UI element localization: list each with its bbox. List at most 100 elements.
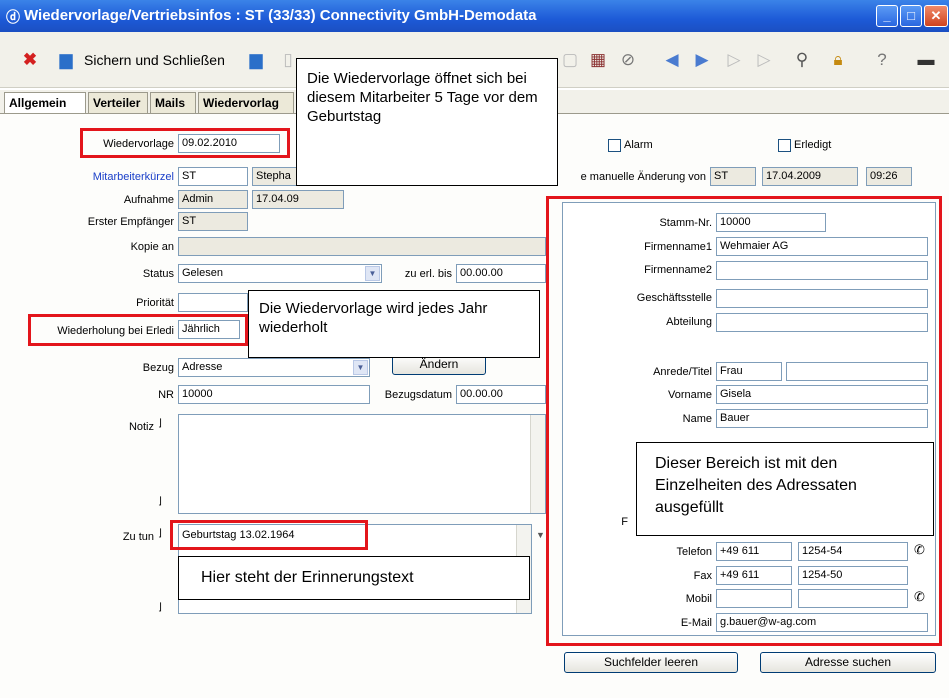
adresse-suchen-button[interactable]: Adresse suchen (760, 652, 936, 673)
save-close-icon[interactable]: ▆ (54, 48, 78, 72)
titel-field[interactable] (786, 362, 928, 381)
mitarbeiter-label: Mitarbeiterkürzel (92, 171, 174, 183)
prioritaet-field[interactable] (178, 293, 248, 312)
chevron-down-icon[interactable]: ▼ (353, 360, 368, 375)
bezug-value: Adresse (182, 361, 223, 373)
mobil-prefix-field[interactable] (716, 589, 792, 608)
search-icon[interactable]: ⚲ (790, 48, 814, 72)
delete-icon[interactable]: ✖ (18, 48, 42, 72)
name-field[interactable]: Bauer (716, 409, 928, 428)
aufnahme-label: Aufnahme (123, 194, 174, 206)
alarm-checkbox[interactable] (608, 139, 621, 152)
firmenname2-field[interactable] (716, 261, 928, 280)
help-icon[interactable]: ? (870, 48, 894, 72)
phone-icon[interactable]: ✆ (914, 542, 925, 558)
letzte-aenderung-date: 17.04.2009 (762, 167, 858, 186)
partial-label: F (621, 516, 628, 528)
maximize-button[interactable]: □ (900, 5, 922, 27)
firmenname2-label: Firmenname2 (644, 264, 712, 276)
callout-erinnerung: Hier steht der Erinnerungstext (178, 556, 530, 600)
name-label: Name (682, 413, 712, 425)
save-icon[interactable]: ▆ (244, 48, 268, 72)
stamm-field[interactable]: 10000 (716, 213, 826, 232)
copy-icon[interactable]: ▢ (558, 48, 582, 72)
zutun-label: Zu tun (122, 531, 154, 543)
title-bar: ⓓ Wiedervorlage/Vertriebsinfos : ST (33/… (0, 0, 949, 32)
stamm-label: Stamm-Nr. (659, 217, 712, 229)
erledigt-label: Erledigt (794, 139, 832, 151)
expand-icon[interactable]: ⌋ (158, 418, 162, 429)
wiedervorlage-field[interactable]: 09.02.2010 (178, 134, 280, 153)
email-field[interactable]: g.bauer@w-ag.com (716, 613, 928, 632)
mobil-label: Mobil (685, 593, 712, 605)
status-select[interactable]: Gelesen ▼ (178, 264, 382, 283)
save-close-button[interactable]: Sichern und Schließen (84, 52, 225, 68)
alarm-label: Alarm (624, 139, 653, 151)
wiederholung-field[interactable]: Jährlich (178, 320, 240, 339)
nr-field[interactable]: 10000 (178, 385, 370, 404)
expand-icon[interactable]: ⌋ (158, 528, 162, 539)
letzte-aenderung-label: e manuelle Änderung von (580, 171, 706, 183)
fax-label: Fax (693, 570, 712, 582)
lock-icon[interactable]: 🔒︎ (826, 48, 850, 72)
bezug-select[interactable]: Adresse ▼ (178, 358, 370, 377)
close-window-button[interactable]: ✕ (924, 5, 948, 27)
anrede-field[interactable]: Frau (716, 362, 782, 381)
tab-verteiler[interactable]: Verteiler (88, 92, 148, 114)
telefon-prefix-field[interactable]: +49 611 (716, 542, 792, 561)
letzte-aenderung-time: 09:26 (866, 167, 912, 186)
geschaeftsstelle-field[interactable] (716, 289, 928, 308)
empfaenger-label: Erster Empfänger (87, 216, 174, 228)
zutun-dropdown-icon[interactable]: ▼ (536, 530, 545, 540)
notiz-label: Notiz (128, 421, 154, 433)
telefon-number-field[interactable]: 1254-54 (798, 542, 908, 561)
fax-prefix-field[interactable]: +49 611 (716, 566, 792, 585)
app-logo-icon: ⓓ (6, 9, 20, 25)
firmenname1-field[interactable]: Wehmaier AG (716, 237, 928, 256)
last-icon[interactable]: ▷ (752, 48, 776, 72)
erledigt-checkbox[interactable] (778, 139, 791, 152)
bezugsdatum-field[interactable]: 00.00.00 (456, 385, 546, 404)
status-label: Status (142, 268, 174, 280)
nr-label: NR (158, 389, 174, 401)
kopie-label: Kopie an (130, 241, 174, 253)
forward-icon[interactable]: ▶ (690, 48, 714, 72)
minimize-button[interactable]: _ (876, 5, 898, 27)
mitarbeiter-name-field: Stepha (252, 167, 302, 186)
aufnahme-date-field: 17.04.09 (252, 190, 344, 209)
callout-wiedervorlage: Die Wiedervorlage öffnet sich bei diesem… (296, 58, 558, 186)
expand-icon[interactable]: ⌋ (158, 496, 162, 507)
phone-icon[interactable]: ✆ (914, 589, 925, 605)
chevron-down-icon[interactable]: ▼ (365, 266, 380, 281)
tab-mails[interactable]: Mails (150, 92, 196, 114)
callout-adressat: Dieser Bereich ist mit den Einzelheiten … (636, 442, 934, 536)
calendar-icon[interactable]: ▦ (586, 48, 610, 72)
expand-icon[interactable]: ⌋ (158, 602, 162, 613)
zutun-value: Geburtstag 13.02.1964 (182, 529, 295, 541)
bezug-label: Bezug (142, 362, 174, 374)
fax-number-field[interactable]: 1254-50 (798, 566, 908, 585)
back-icon[interactable]: ◀ (660, 48, 684, 72)
vorname-field[interactable]: Gisela (716, 385, 928, 404)
notiz-scrollbar[interactable] (530, 415, 545, 513)
attach-icon[interactable]: ⊘ (616, 48, 640, 72)
empfaenger-field: ST (178, 212, 248, 231)
notiz-textarea[interactable] (178, 414, 546, 514)
anrede-label: Anrede/Titel (653, 366, 712, 378)
mobil-number-field[interactable] (798, 589, 908, 608)
tab-wiedervorlage[interactable]: Wiedervorlag (198, 92, 294, 114)
zu-erl-field[interactable]: 00.00.00 (456, 264, 546, 283)
suchfelder-leeren-button[interactable]: Suchfelder leeren (564, 652, 738, 673)
geschaeftsstelle-label: Geschäftsstelle (636, 292, 712, 304)
prioritaet-label: Priorität (136, 297, 174, 309)
aufnahme-field: Admin (178, 190, 248, 209)
next-icon[interactable]: ▷ (722, 48, 746, 72)
exit-icon[interactable]: ▬ (914, 48, 938, 72)
kopie-field[interactable] (178, 237, 546, 256)
mitarbeiter-field[interactable]: ST (178, 167, 248, 186)
abteilung-field[interactable] (716, 313, 928, 332)
telefon-label: Telefon (676, 546, 712, 558)
status-value: Gelesen (182, 267, 223, 279)
callout-wiederholung: Die Wiedervorlage wird jedes Jahr wieder… (248, 290, 540, 358)
tab-allgemein[interactable]: Allgemein (4, 92, 86, 114)
